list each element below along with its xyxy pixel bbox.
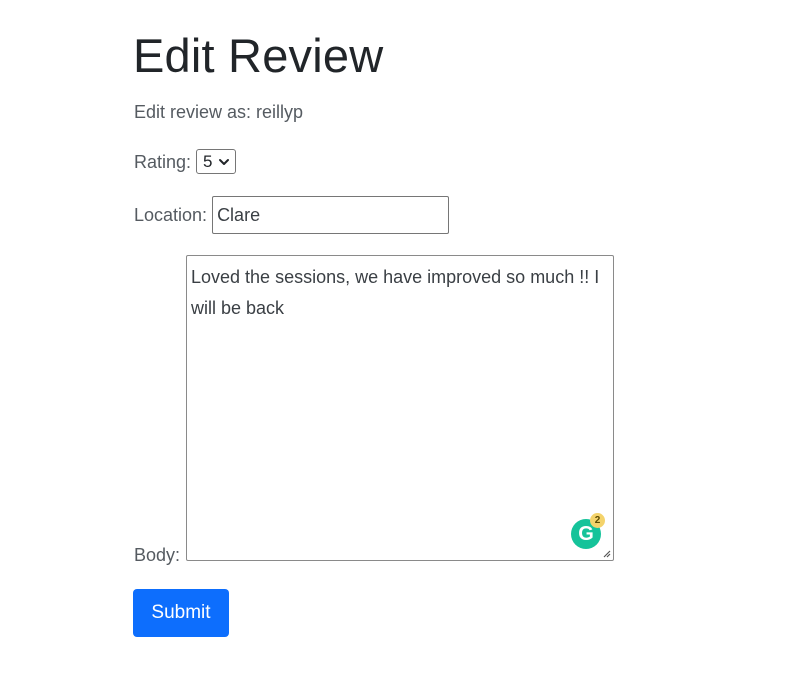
location-label: Location:	[134, 205, 208, 225]
submit-button[interactable]: Submit	[133, 589, 229, 637]
location-input[interactable]	[212, 196, 450, 234]
chevron-down-icon	[218, 158, 229, 165]
edit-as-user-text: Edit review as: reillyp	[134, 102, 304, 122]
rating-label: Rating:	[134, 151, 192, 172]
rating-row: Rating: 5	[134, 149, 237, 174]
resize-handle-icon[interactable]	[601, 548, 611, 558]
grammarly-badge: 2	[590, 513, 605, 528]
edit-review-page: Edit Review Edit review as: reillyp Rati…	[0, 0, 803, 676]
rating-select[interactable]: 5	[196, 149, 237, 174]
body-label: Body:	[134, 545, 181, 565]
rating-selected-value: 5	[203, 151, 213, 171]
body-field-wrapper: Loved the sessions, we have improved so …	[186, 255, 614, 561]
location-row: Location:	[134, 196, 450, 234]
page-title: Edit Review	[133, 29, 384, 82]
body-textarea[interactable]: Loved the sessions, we have improved so …	[186, 255, 614, 561]
